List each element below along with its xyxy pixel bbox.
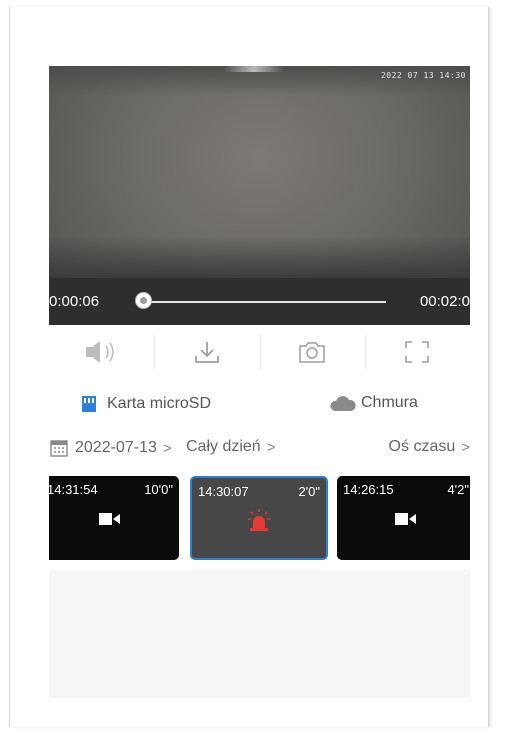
speaker-icon	[85, 341, 114, 363]
download-icon	[194, 342, 219, 363]
recording-time: 14:30:07	[198, 484, 249, 499]
camera-icon	[299, 342, 325, 363]
recording-time: 14:26:15	[343, 482, 394, 497]
download-button[interactable]	[154, 325, 259, 379]
total-time: 00:02:0	[419, 293, 470, 310]
recording-duration: 4'2"	[447, 482, 469, 497]
chevron-right-icon: >	[461, 438, 470, 456]
recording-list: 14:31:54 10'0" 14:30:07 2'0" 14:26:15 4'…	[49, 476, 470, 560]
recording-duration: 10'0"	[144, 482, 173, 497]
video-icon	[99, 513, 120, 525]
current-time: 0:00:06	[49, 293, 100, 310]
cloud-label: Chmura	[361, 394, 418, 411]
seek-bar[interactable]	[143, 301, 386, 303]
player-control-bar: 0:00:06 00:02:0	[49, 278, 470, 325]
chevron-right-icon: >	[266, 438, 276, 456]
filter-row: 2022-07-13 > Cały dzień > Oś czasu >	[49, 437, 470, 461]
chevron-right-icon: >	[162, 439, 172, 457]
time-range-selector[interactable]: Cały dzień >	[186, 438, 275, 456]
snapshot-button[interactable]	[259, 325, 365, 379]
cloud-icon	[330, 396, 356, 411]
date-picker[interactable]: 2022-07-13 >	[49, 438, 172, 458]
alarm-icon	[248, 509, 270, 531]
date-value: 2022-07-13	[75, 439, 157, 456]
sd-card-tab[interactable]: Karta microSD	[79, 394, 211, 414]
storage-source-selector: Karta microSD Chmura	[49, 394, 470, 418]
video-icon	[395, 513, 416, 525]
timeline-link[interactable]: Oś czasu >	[389, 438, 470, 456]
calendar-icon	[50, 440, 68, 457]
recording-item[interactable]: 14:31:54 10'0"	[49, 476, 179, 560]
player-toolbar	[49, 325, 470, 379]
cloud-tab[interactable]: Chmura	[329, 394, 418, 412]
video-player[interactable]: 2022 07 13 14:30 0:00:06 00:02:0	[49, 66, 470, 325]
details-panel	[49, 570, 470, 698]
seek-handle[interactable]	[135, 292, 152, 309]
mute-button[interactable]	[49, 325, 154, 379]
sd-card-icon	[82, 396, 96, 412]
video-shade-bottom	[49, 236, 470, 281]
recording-item[interactable]: 14:26:15 4'2"	[337, 476, 470, 560]
fullscreen-button[interactable]	[364, 325, 470, 379]
recording-time: 14:31:54	[49, 482, 98, 497]
recording-duration: 2'0"	[298, 484, 320, 499]
recording-item-selected[interactable]: 14:30:07 2'0"	[190, 476, 328, 560]
timeline-label: Oś czasu	[388, 438, 456, 455]
sd-card-label: Karta microSD	[107, 395, 212, 412]
fullscreen-icon	[405, 341, 430, 363]
time-range-value: Cały dzień	[186, 438, 261, 455]
video-light-streak	[224, 66, 284, 72]
video-timestamp-overlay: 2022 07 13 14:30	[380, 71, 466, 80]
